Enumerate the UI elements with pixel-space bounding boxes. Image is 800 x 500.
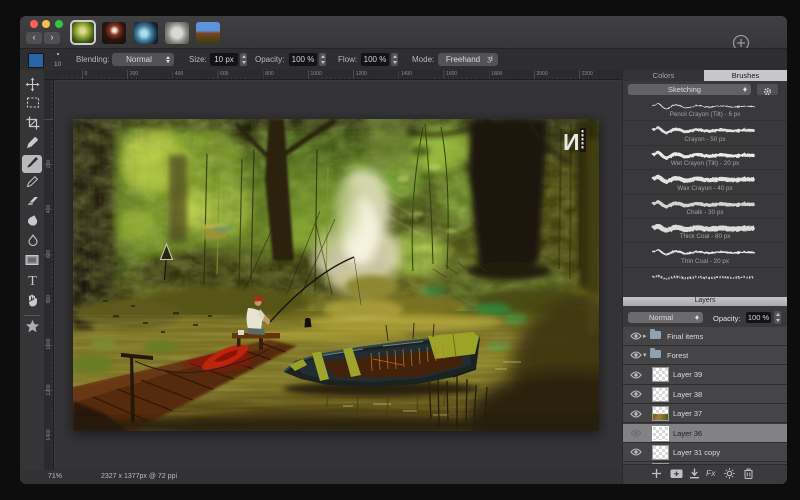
svg-text:И: И (563, 129, 580, 155)
